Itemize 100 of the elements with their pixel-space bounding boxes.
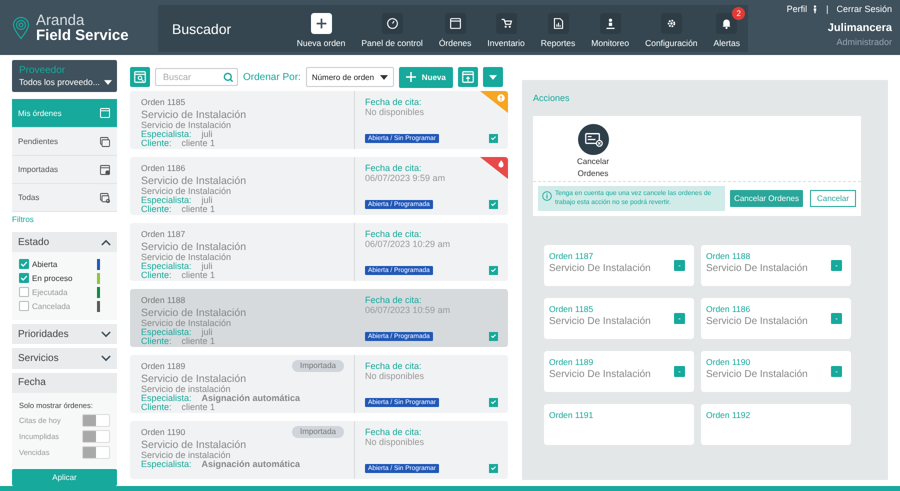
checkbox-label: Ejecutada (32, 288, 69, 297)
window-icon (99, 107, 111, 120)
field-label: Especialista: (141, 328, 192, 336)
plus-icon (314, 17, 328, 30)
specialist-name: juli (202, 130, 213, 138)
caret-icon (380, 74, 388, 80)
checkbox[interactable] (489, 398, 498, 407)
field-label: Especialista: (141, 262, 192, 270)
appointment-date: No disponibles (365, 438, 426, 448)
window-icon (448, 17, 462, 30)
report-icon (552, 17, 565, 30)
client-name: cliente 1 (182, 204, 216, 214)
checkbox[interactable] (19, 259, 29, 270)
nav-button[interactable]: Órdenes (430, 7, 480, 48)
view-item[interactable]: Pendientes (12, 128, 117, 156)
toggle-switch[interactable] (82, 430, 110, 444)
service-subtitle: Servicio de Instalación (141, 252, 232, 262)
checkbox[interactable] (489, 266, 498, 275)
order-number: Orden 1190 (706, 357, 752, 368)
field-label: Especialista: (141, 394, 192, 402)
appointment-date: 06/07/2023 10:59 am (365, 306, 452, 316)
checkbox[interactable] (489, 464, 498, 473)
profile-link[interactable]: Perfil (786, 4, 808, 14)
sort-dropdown[interactable]: Número de orden (306, 67, 394, 87)
nav-button[interactable]: Nueva orden (288, 7, 354, 48)
service-title: Servicio de Instalación (141, 242, 248, 252)
section-header[interactable]: Servicios (12, 348, 117, 368)
person-icon (812, 4, 818, 14)
search-view-button[interactable] (130, 67, 150, 87)
order-number: Orden 1186 (706, 304, 752, 314)
specialist-name: juli (202, 196, 213, 204)
toggle-switch[interactable] (82, 446, 110, 460)
service-name: Servicio De Instalación (706, 369, 808, 380)
order-number: Orden 1186 (141, 164, 186, 172)
specialist-name: juli (202, 328, 213, 336)
cart-icon (500, 17, 513, 30)
checkbox[interactable] (489, 134, 498, 143)
date-label: Fecha de cita: (365, 164, 423, 174)
nav-button[interactable]: 2 Alertas (706, 7, 748, 48)
window-info-icon (99, 164, 111, 176)
view-item[interactable]: Todas (12, 184, 117, 212)
date-label: Fecha de cita: (365, 428, 423, 438)
order-number: Orden 1187 (549, 251, 594, 262)
export-button[interactable] (458, 67, 478, 87)
appointment-date: No disponibles (365, 108, 426, 118)
checkbox[interactable] (19, 273, 29, 284)
window-upload-icon (460, 70, 475, 84)
specialist-name: juli (202, 262, 213, 270)
section-header[interactable]: Prioridades (12, 324, 117, 344)
check-icon (490, 398, 497, 406)
nav-button[interactable]: Configuración (637, 7, 706, 48)
section-header[interactable]: Fecha (12, 372, 117, 393)
checkbox[interactable] (19, 301, 29, 312)
client-name: cliente 1 (182, 270, 216, 280)
provider-select[interactable]: Proveedor Todos los proveedo... (12, 60, 117, 92)
appointment-date: 06/07/2023 9:59 am (365, 174, 446, 184)
service-title: Servicio de Instalación (141, 308, 248, 318)
checkbox[interactable] (19, 287, 29, 298)
user-role: Administrador (835, 37, 892, 47)
logo-text-line: Field Service (36, 28, 129, 42)
view-item[interactable]: Importadas (12, 156, 117, 184)
order-number: Orden 1190 (141, 428, 186, 436)
service-title: Servicio de Instalación (141, 176, 248, 186)
more-button[interactable] (482, 67, 503, 87)
logo-text-line: Aranda (36, 12, 86, 28)
nav-button[interactable]: Monitoreo (583, 7, 638, 48)
toggle-switch[interactable] (82, 414, 110, 428)
service-subtitle: Servicio de instalación (141, 450, 232, 460)
nav-button[interactable]: Panel de control (353, 7, 431, 48)
service-name: Servicio De Instalación (549, 316, 651, 328)
info-icon (542, 191, 552, 201)
check-icon (490, 200, 497, 208)
section-header[interactable]: Estado (12, 232, 117, 252)
checkbox-label: En proceso (32, 274, 74, 283)
order-number: Orden 1189 (141, 362, 186, 370)
order-number: Orden 1185 (549, 304, 594, 314)
cancel-orders-action[interactable]: Cancelar Ordenes (563, 116, 623, 181)
logout-link[interactable]: Cerrar Sesión (836, 4, 892, 14)
gauge-icon (386, 17, 399, 30)
checkbox-label: Cancelada (32, 302, 72, 311)
provider-value: Todos los proveedo... (19, 77, 100, 87)
nav-button[interactable]: Reportes (532, 7, 584, 48)
service-name: Servicio De Instalación (706, 263, 808, 274)
order-number: Orden 1189 (549, 357, 594, 368)
search-field[interactable]: Buscar (155, 68, 238, 86)
checkbox-label: Abierta (32, 260, 58, 269)
order-number: Orden 1187 (141, 230, 186, 238)
service-name: Servicio De Instalación (549, 263, 651, 274)
checkbox[interactable] (489, 200, 498, 209)
check-icon (490, 332, 497, 340)
order-number: Orden 1188 (141, 296, 186, 304)
provider-label: Proveedor (19, 65, 66, 76)
nav-button[interactable]: Inventario (479, 7, 533, 48)
exclamation-icon (496, 93, 506, 103)
check-icon (490, 134, 497, 142)
checkbox[interactable] (489, 332, 498, 341)
date-label: Fecha de cita: (365, 98, 423, 108)
search-icon (223, 72, 234, 82)
service-title: Servicio de Instalación (141, 110, 248, 120)
field-label: Especialista: (141, 196, 192, 204)
